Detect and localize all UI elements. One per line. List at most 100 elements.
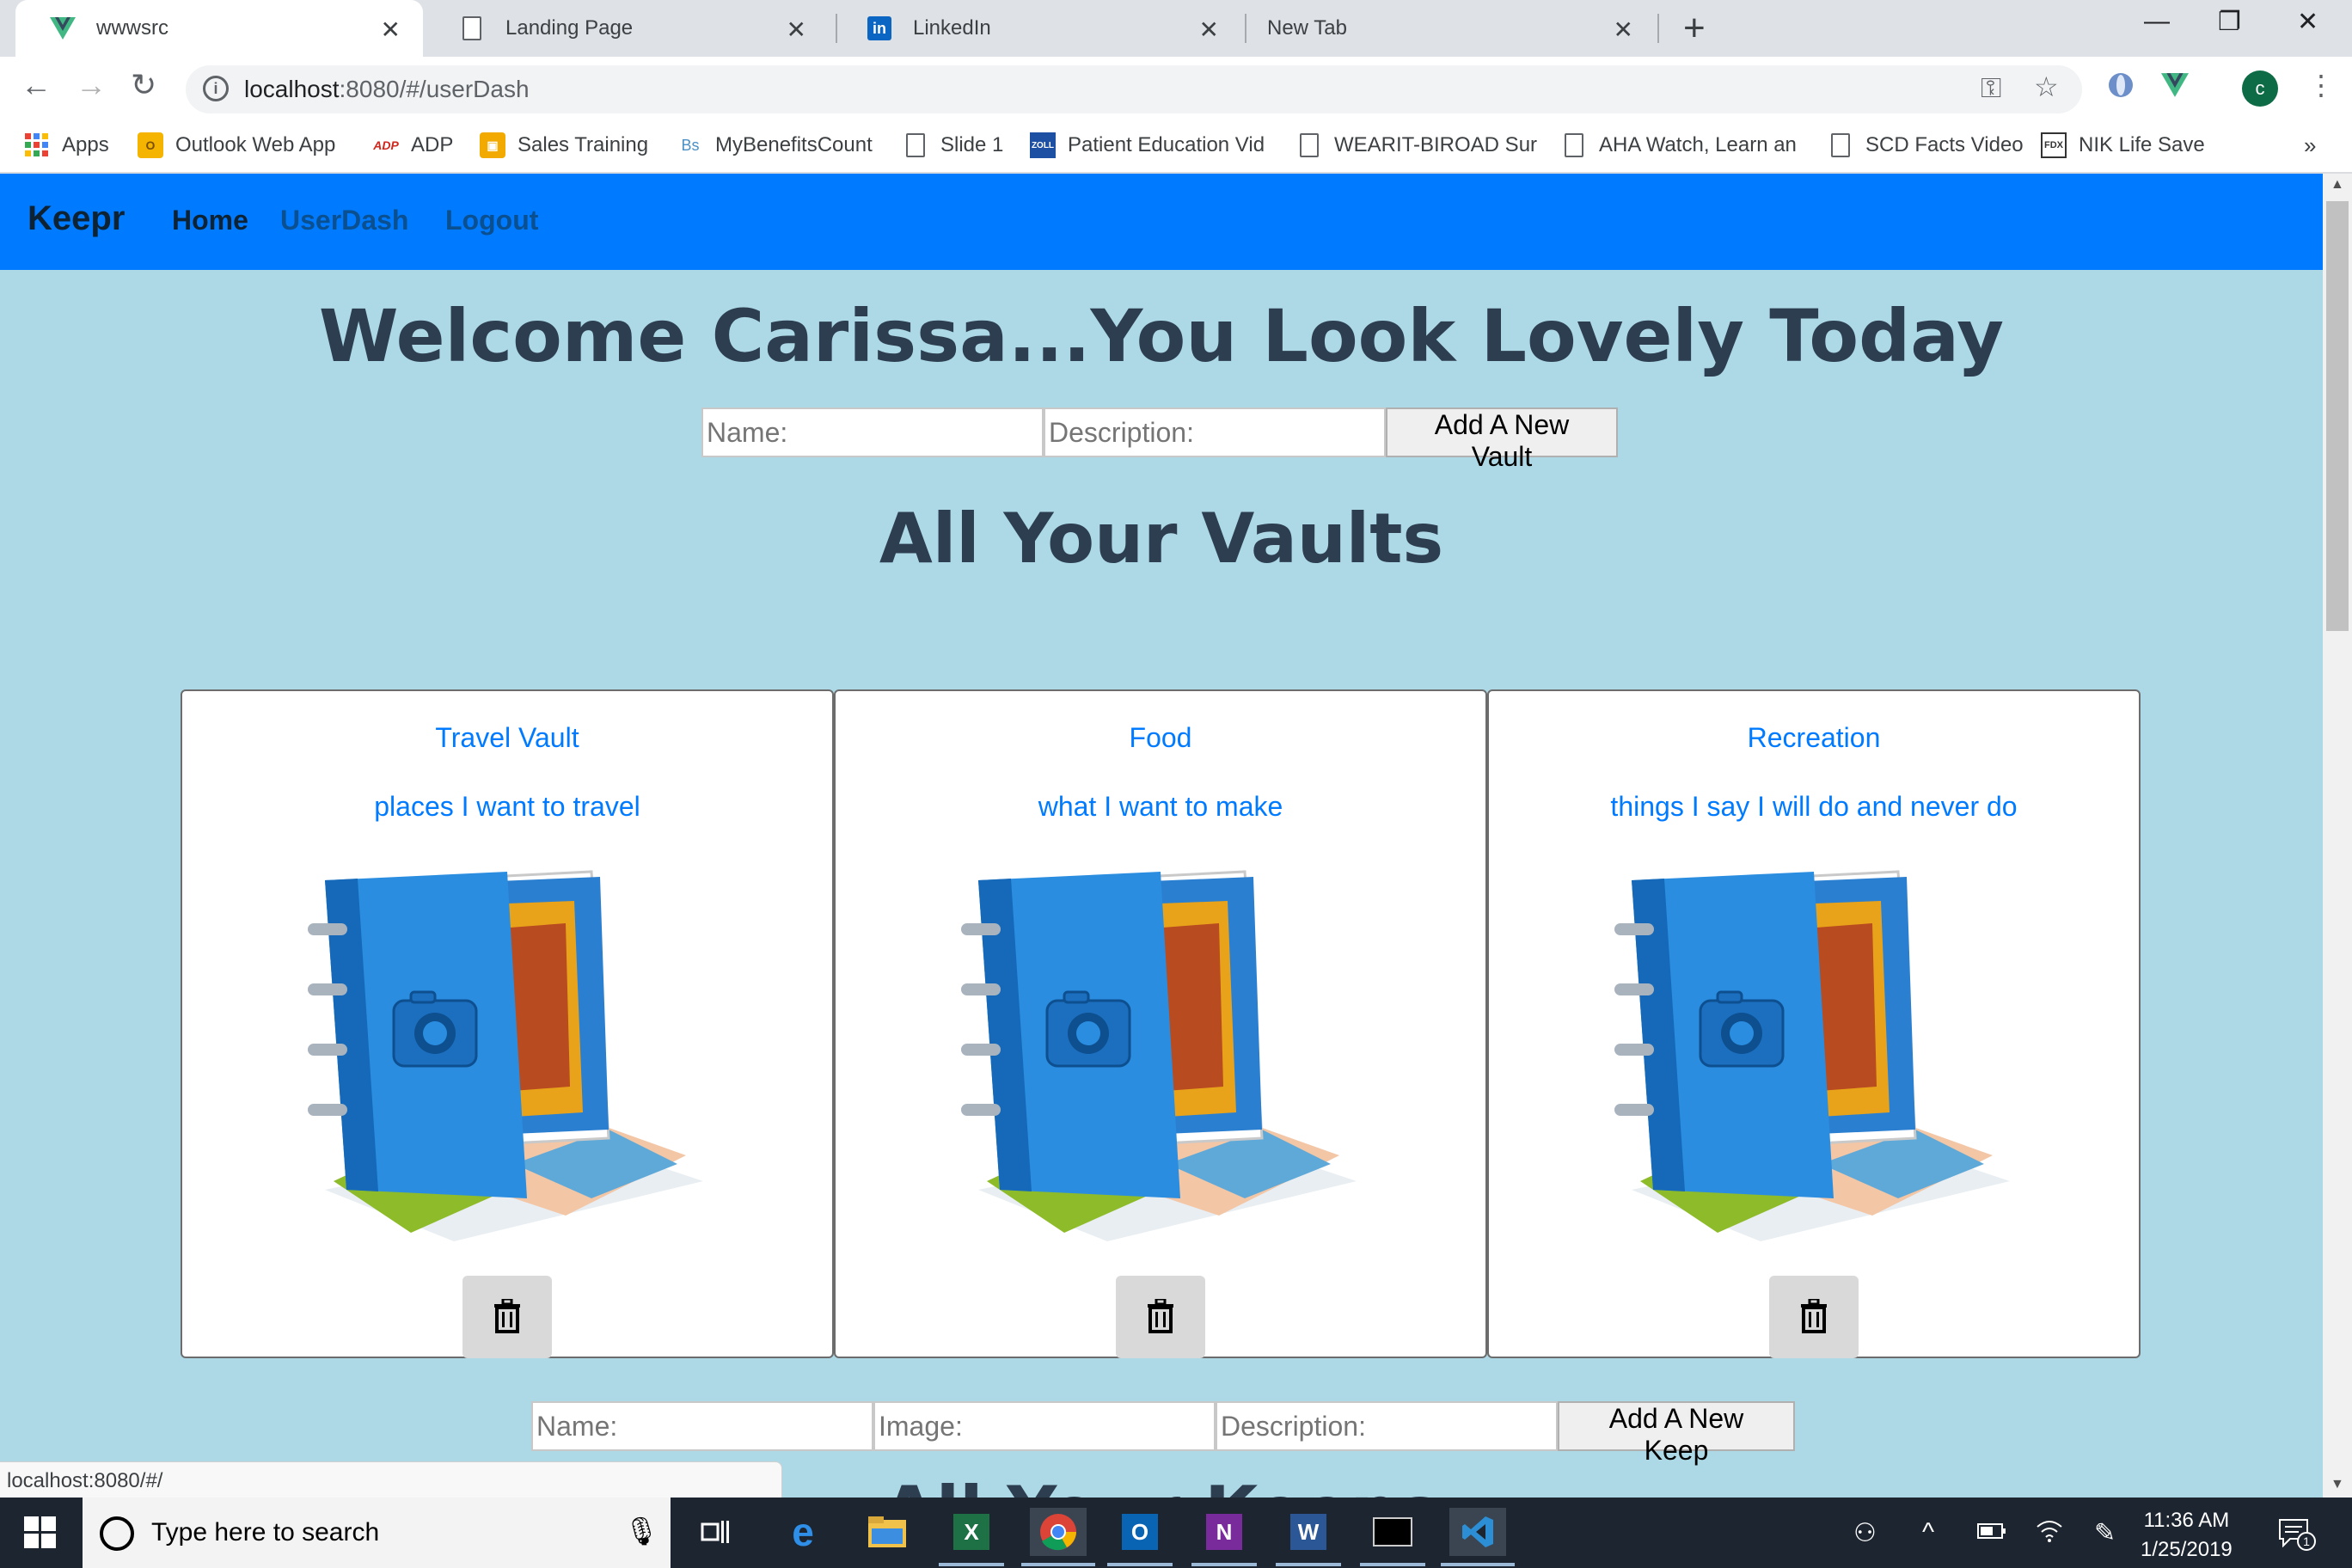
scroll-up-icon[interactable]: ▲ xyxy=(2331,177,2344,193)
close-tab-icon[interactable]: ✕ xyxy=(1199,15,1219,44)
bookmark-nik-life-save[interactable]: FDX NIK Life Save xyxy=(2041,132,2205,158)
close-tab-icon[interactable]: ✕ xyxy=(381,15,401,44)
word-icon[interactable]: W xyxy=(1276,1508,1341,1566)
keep-description-input[interactable] xyxy=(1216,1401,1558,1451)
vue-icon xyxy=(50,15,76,41)
onenote-icon[interactable]: N xyxy=(1191,1508,1257,1566)
terminal-icon[interactable] xyxy=(1360,1508,1425,1566)
delete-vault-button[interactable] xyxy=(1769,1276,1859,1358)
bookmark-wearit[interactable]: WEARIT-BIROAD Sur xyxy=(1296,132,1537,158)
address-bar[interactable]: i localhost:8080/#/userDash ⚿ ☆ xyxy=(186,65,2082,113)
bookmark-slide-1[interactable]: Slide 1 xyxy=(903,132,1003,158)
add-keep-button[interactable]: Add A New Keep xyxy=(1558,1401,1795,1466)
more-bookmarks-icon[interactable]: » xyxy=(2304,132,2316,159)
bookmark-sales-training[interactable]: ▣ Sales Training xyxy=(480,132,648,158)
delete-vault-button[interactable] xyxy=(1116,1276,1205,1358)
notifications-icon[interactable]: 1 xyxy=(2278,1518,2316,1554)
vault-card[interactable]: Travel Vault places I want to travel xyxy=(181,689,834,1358)
vault-description-input[interactable] xyxy=(1044,407,1386,457)
extension-icon[interactable] xyxy=(2106,70,2135,107)
tab-new-tab[interactable]: New Tab ✕ xyxy=(1246,0,1656,57)
brand-logo[interactable]: Keepr xyxy=(28,199,125,238)
bookmark-label: SCD Facts Video xyxy=(1865,133,2024,156)
bookmark-scd-facts[interactable]: SCD Facts Video xyxy=(1828,132,2024,158)
vault-description: things I say I will do and never do xyxy=(1610,791,2018,822)
scroll-down-icon[interactable]: ▼ xyxy=(2331,1477,2344,1492)
vault-card[interactable]: Food what I want to make xyxy=(834,689,1487,1358)
delete-vault-button[interactable] xyxy=(462,1276,552,1358)
key-icon[interactable]: ⚿ xyxy=(1981,72,2001,105)
taskbar-search-box[interactable]: Type here to search 🎙 xyxy=(83,1498,671,1568)
reload-icon[interactable]: ↻ xyxy=(131,67,156,103)
vue-devtools-icon[interactable] xyxy=(2161,72,2189,104)
pen-icon[interactable]: ✎ xyxy=(2094,1518,2116,1548)
forward-arrow-icon[interactable]: → xyxy=(76,67,107,103)
wifi-icon[interactable] xyxy=(2036,1518,2063,1549)
vault-name[interactable]: Recreation xyxy=(1489,722,2139,754)
vault-card[interactable]: Recreation things I say I will do and ne… xyxy=(1487,689,2141,1358)
browser-tab-strip: wwwsrc ✕ Landing Page ✕ in LinkedIn ✕ Ne… xyxy=(0,0,2352,57)
new-tab-button[interactable]: + xyxy=(1683,7,1706,50)
clock-time: 11:36 AM xyxy=(2143,1509,2230,1532)
tab-landing-page[interactable]: Landing Page ✕ xyxy=(425,0,829,57)
bookmark-star-icon[interactable]: ☆ xyxy=(2034,70,2059,103)
tab-title: Landing Page xyxy=(505,16,634,40)
windows-taskbar: Type here to search 🎙 e X O N W ⚇ ^ ✎ 11… xyxy=(0,1498,2352,1568)
profile-avatar[interactable]: c xyxy=(2242,70,2278,107)
file-explorer-icon[interactable] xyxy=(863,1508,911,1556)
photo-album-icon[interactable] xyxy=(961,854,1370,1241)
bookmark-mybenefitscount[interactable]: Bs MyBenefitsCount xyxy=(677,132,873,158)
close-window-icon[interactable]: ✕ xyxy=(2297,7,2318,37)
vault-description: what I want to make xyxy=(1038,791,1283,822)
browser-toolbar: ← → ↻ i localhost:8080/#/userDash ⚿ ☆ c … xyxy=(0,57,2352,120)
address-url: localhost:8080/#/userDash xyxy=(244,76,530,102)
back-arrow-icon[interactable]: ← xyxy=(21,67,52,103)
bookmark-patient-education[interactable]: ZOLL Patient Education Vid xyxy=(1030,132,1265,158)
bookmark-apps[interactable]: Apps xyxy=(24,132,109,158)
add-vault-button[interactable]: Add A New Vault xyxy=(1386,407,1618,472)
people-icon[interactable]: ⚇ xyxy=(1853,1518,1877,1548)
nav-userdash[interactable]: UserDash xyxy=(280,205,408,236)
minimize-icon[interactable]: — xyxy=(2144,7,2170,36)
tab-linkedin[interactable]: in LinkedIn ✕ xyxy=(832,0,1241,57)
tab-title: New Tab xyxy=(1267,16,1347,40)
nav-home[interactable]: Home xyxy=(172,205,248,236)
keep-name-input[interactable] xyxy=(531,1401,873,1451)
vault-name[interactable]: Food xyxy=(836,722,1485,754)
vault-description: places I want to travel xyxy=(374,791,640,822)
nav-logout[interactable]: Logout xyxy=(445,205,538,236)
battery-icon[interactable] xyxy=(1977,1518,2006,1547)
excel-icon[interactable]: X xyxy=(939,1508,1004,1566)
show-hidden-icons[interactable]: ^ xyxy=(1922,1518,1934,1547)
bookmark-label: MyBenefitsCount xyxy=(715,133,873,156)
vscode-icon[interactable] xyxy=(1441,1508,1515,1566)
restore-icon[interactable]: ❐ xyxy=(2218,7,2241,37)
adp-icon: ADP xyxy=(373,138,399,152)
vault-name-input[interactable] xyxy=(701,407,1044,457)
linkedin-icon: in xyxy=(867,15,892,41)
outlook-app-icon[interactable]: O xyxy=(1107,1508,1173,1566)
photo-album-icon[interactable] xyxy=(308,854,717,1241)
bookmark-outlook[interactable]: O Outlook Web App xyxy=(138,132,335,158)
photo-album-icon[interactable] xyxy=(1614,854,2024,1241)
bookmark-adp[interactable]: ADP ADP xyxy=(373,132,453,158)
keep-image-input[interactable] xyxy=(873,1401,1216,1451)
close-tab-icon[interactable]: ✕ xyxy=(1614,15,1633,44)
task-view-icon[interactable] xyxy=(691,1508,739,1556)
tab-wwwsrc[interactable]: wwwsrc ✕ xyxy=(15,0,423,57)
info-icon[interactable]: i xyxy=(203,76,229,101)
page-scrollbar[interactable]: ▲ ▼ xyxy=(2323,174,2352,1498)
chrome-icon[interactable] xyxy=(1021,1508,1095,1566)
bs-icon: Bs xyxy=(681,136,700,154)
taskbar-clock[interactable]: 11:36 AM 1/25/2019 xyxy=(2141,1506,2233,1565)
close-tab-icon[interactable]: ✕ xyxy=(787,15,806,44)
edge-icon[interactable]: e xyxy=(779,1508,827,1556)
windows-start-icon[interactable] xyxy=(24,1516,57,1549)
nik-icon: FDX xyxy=(2041,132,2067,158)
vault-name[interactable]: Travel Vault xyxy=(182,722,832,754)
menu-kebab-icon[interactable]: ⋮ xyxy=(2307,69,2335,101)
page-icon xyxy=(903,132,928,158)
bookmark-aha-watch[interactable]: AHA Watch, Learn an xyxy=(1561,132,1797,158)
scroll-thumb[interactable] xyxy=(2326,201,2349,631)
microphone-icon[interactable]: 🎙 xyxy=(624,1515,659,1547)
